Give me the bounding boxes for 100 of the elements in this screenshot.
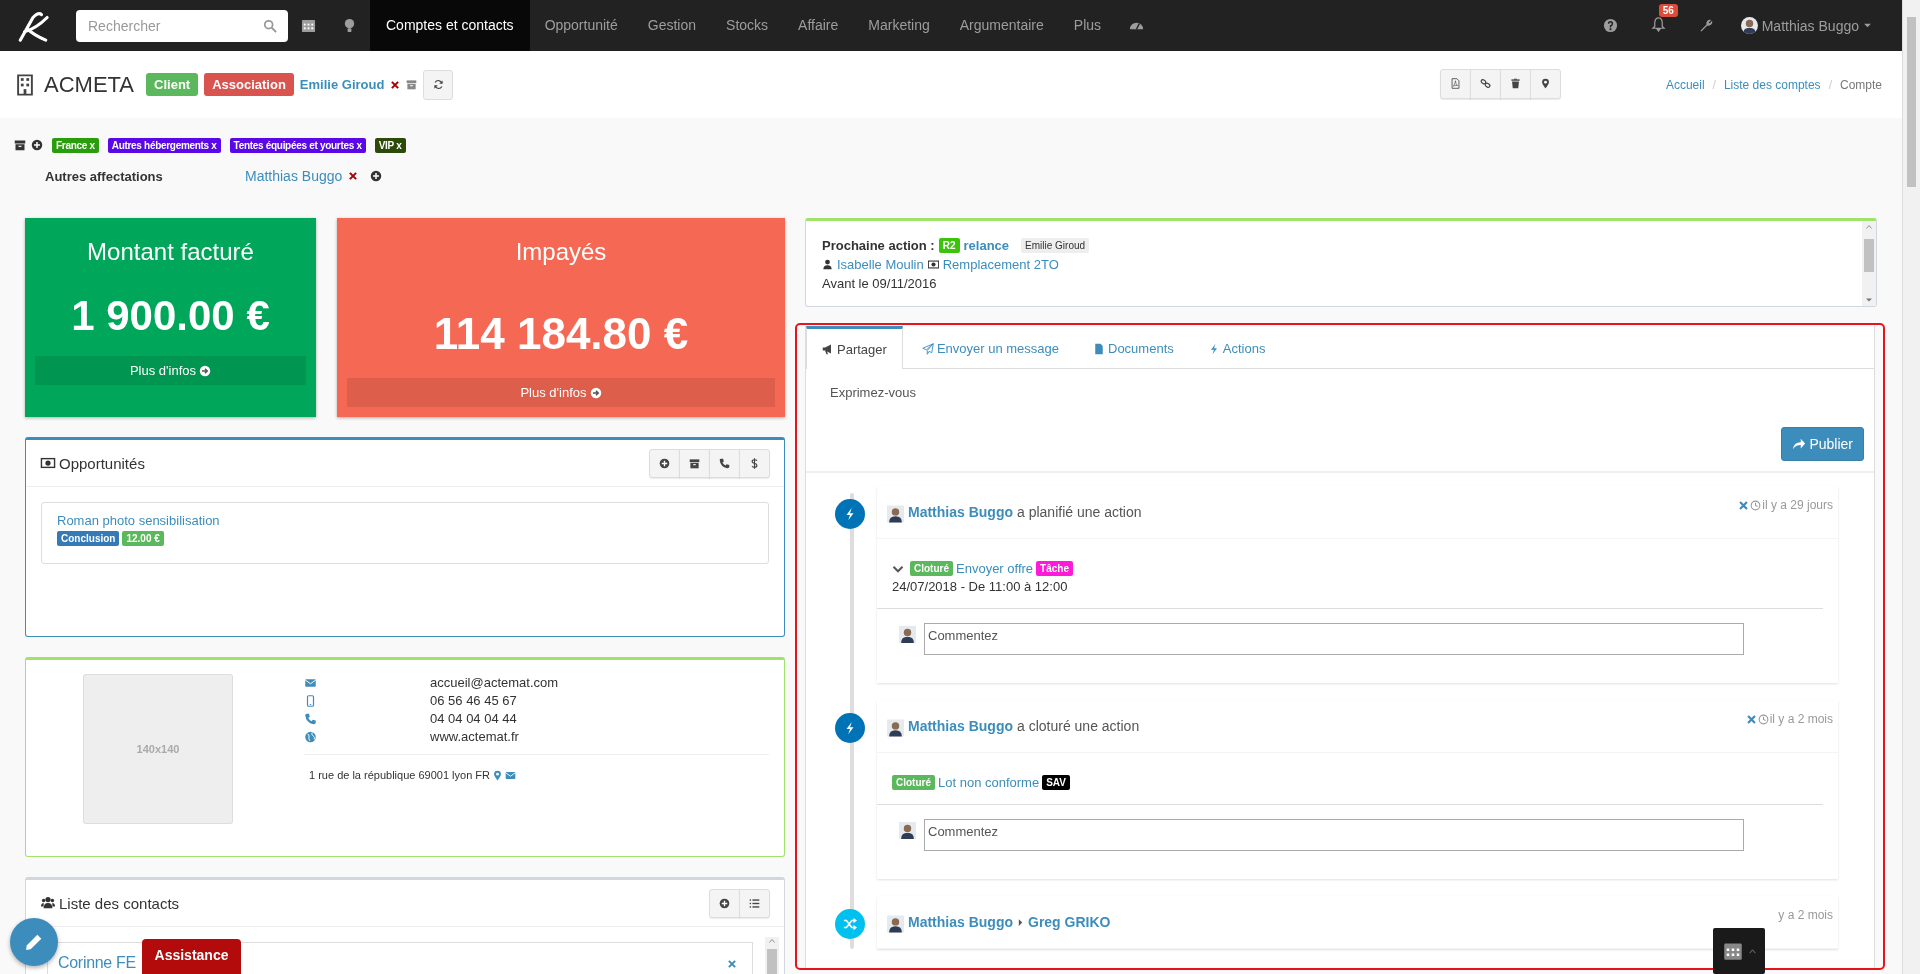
tag[interactable]: Tentes équipées et yourtes x	[229, 137, 366, 153]
scroll-up-icon	[768, 937, 776, 945]
avatar-icon	[887, 914, 904, 934]
user-name: Matthias Buggo	[1761, 17, 1859, 34]
stage-label: Conclusion	[57, 531, 120, 546]
more-info-link[interactable]: Plus d'infos	[347, 378, 775, 407]
notifications-icon[interactable]	[1650, 16, 1666, 32]
calendar-icon[interactable]	[301, 18, 316, 33]
publish-button[interactable]: Publier	[1781, 427, 1864, 461]
nav-menu-item[interactable]: Plus	[1058, 0, 1117, 51]
money-icon	[40, 456, 56, 470]
map-pin-icon[interactable]	[492, 769, 503, 781]
account-title: ACMETA	[44, 71, 135, 98]
status-label: Cloturé	[892, 775, 935, 790]
delete-button[interactable]	[1499, 68, 1531, 99]
remove-icon[interactable]	[727, 959, 737, 969]
tag[interactable]: France x	[52, 137, 99, 153]
scrollbar[interactable]	[1862, 221, 1876, 306]
add-icon[interactable]	[31, 139, 43, 151]
scrollbar[interactable]	[765, 937, 779, 974]
archive-icon[interactable]	[14, 139, 26, 151]
globe-icon	[304, 730, 317, 743]
tab[interactable]: Actions	[1192, 326, 1281, 368]
close-icon[interactable]	[1745, 713, 1757, 725]
contact-link[interactable]: Corinne FE	[58, 954, 136, 972]
more-info-link[interactable]: Plus d'infos	[35, 356, 306, 385]
user-link[interactable]: Matthias Buggo	[908, 718, 1013, 734]
panel-title: Liste des contacts	[59, 894, 180, 912]
avatar-icon	[1740, 17, 1758, 34]
close-icon[interactable]	[1738, 499, 1750, 511]
scrollbar[interactable]	[1902, 0, 1920, 974]
nav-menu-item[interactable]: Opportunité	[529, 0, 633, 51]
type-label: SAV	[1042, 775, 1070, 790]
action-link[interactable]: Lot non conforme	[938, 775, 1040, 790]
opportunity-card[interactable]: Roman photo sensibilisation Conclusion 12.00 €	[41, 502, 769, 564]
nav-menu-item[interactable]: Argumentaire	[944, 0, 1059, 51]
remove-icon[interactable]	[390, 79, 401, 90]
shuffle-icon	[843, 917, 857, 931]
add-button[interactable]	[709, 888, 740, 918]
call-button[interactable]	[709, 448, 740, 478]
breadcrumb-link[interactable]: Accueil	[1665, 77, 1705, 92]
breadcrumb-link[interactable]: Liste des comptes	[1723, 77, 1821, 92]
nav-menu-item[interactable]: Marketing	[853, 0, 945, 51]
map-pin-icon	[1539, 78, 1551, 89]
clock-icon	[1757, 713, 1769, 725]
tag[interactable]: Autres hébergements x	[107, 137, 221, 153]
settings-icon[interactable]	[1698, 18, 1714, 33]
user-link[interactable]: Greg GRIKO	[1028, 914, 1111, 930]
timestamp: il y a 2 mois	[1769, 712, 1833, 726]
pencil-icon	[25, 933, 43, 951]
user-link[interactable]: Matthias Buggo	[908, 914, 1013, 930]
archive-button[interactable]	[679, 448, 710, 478]
scroll-up-icon	[1865, 223, 1873, 231]
add-button[interactable]	[649, 448, 680, 478]
user-link[interactable]: Matthias Buggo	[245, 168, 343, 184]
list-button[interactable]	[739, 888, 770, 918]
stat-title: Montant facturé	[87, 238, 254, 266]
tab[interactable]: Documents	[1078, 326, 1189, 368]
email-icon[interactable]	[505, 769, 516, 781]
amount-label: 12.00 €	[122, 531, 164, 546]
link-button[interactable]	[1469, 68, 1501, 99]
refresh-button[interactable]	[423, 69, 454, 100]
remove-icon[interactable]	[348, 171, 359, 181]
edit-button[interactable]	[10, 918, 58, 966]
price-button[interactable]	[739, 448, 770, 478]
action-link[interactable]: Envoyer offre	[956, 561, 1034, 576]
nav-menu-item[interactable]: Gestion	[632, 0, 712, 51]
opportunity-link[interactable]: Roman photo sensibilisation	[57, 513, 753, 528]
assignee-label: Emilie Giroud	[1021, 238, 1090, 253]
stat-title: Impayés	[515, 238, 607, 266]
pdf-button[interactable]	[1439, 68, 1471, 99]
search-icon[interactable]	[263, 18, 277, 33]
search-field[interactable]: Rechercher	[76, 9, 288, 42]
tab[interactable]: Partager	[806, 326, 903, 369]
add-icon[interactable]	[370, 170, 383, 182]
owner-link[interactable]: Emilie Giroud	[299, 77, 385, 92]
tag[interactable]: VIP x	[374, 137, 406, 153]
user-link[interactable]: Matthias Buggo	[908, 504, 1013, 520]
file-icon	[1093, 342, 1105, 355]
pdf-icon	[1449, 78, 1461, 89]
breadcrumb-current: Compte	[1839, 77, 1882, 92]
action-link[interactable]: relance	[963, 238, 1010, 253]
tab[interactable]: Envoyer un message	[906, 326, 1074, 368]
map-button[interactable]	[1529, 68, 1561, 99]
contact-link[interactable]: Isabelle Moulin	[837, 257, 924, 272]
user-icon	[822, 259, 833, 270]
arrow-circle-icon	[199, 364, 212, 377]
lightbulb-icon[interactable]	[342, 18, 357, 33]
nav-menu-item[interactable]: Comptes et contacts	[370, 0, 530, 51]
comment-field[interactable]: Commentez	[924, 623, 1744, 655]
calendar-widget[interactable]	[1713, 928, 1765, 974]
user-menu[interactable]: Matthias Buggo	[1740, 17, 1872, 34]
assistance-button[interactable]: Assistance	[142, 939, 241, 974]
comment-field[interactable]: Commentez	[924, 819, 1744, 851]
help-icon[interactable]	[1602, 18, 1618, 33]
money-icon	[927, 259, 939, 270]
nav-menu-item[interactable]: Affaire	[783, 0, 854, 51]
nav-menu-item[interactable]: Stocks	[711, 0, 784, 51]
placeholder-text: 140x140	[136, 743, 180, 755]
opportunity-link[interactable]: Remplacement 2TO	[942, 257, 1059, 272]
